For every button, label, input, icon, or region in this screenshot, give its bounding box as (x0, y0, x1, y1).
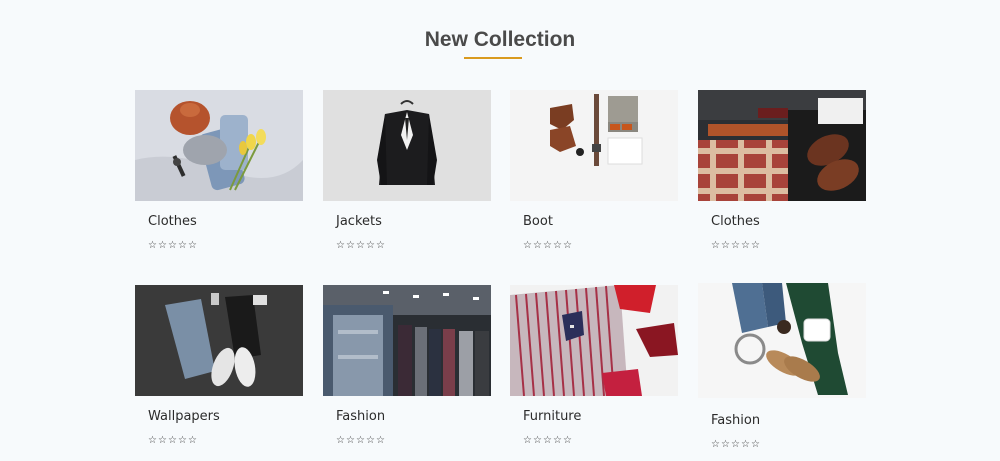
product-image-striped-shirt-ties (510, 285, 678, 396)
product-name[interactable]: Wallpapers (148, 409, 220, 424)
star-icon[interactable]: ☆ (158, 240, 167, 252)
star-icon[interactable]: ☆ (148, 240, 157, 252)
star-icon[interactable]: ☆ (356, 240, 365, 252)
star-rating[interactable]: ☆ ☆ ☆ ☆ ☆ (336, 435, 385, 447)
product-image[interactable] (510, 285, 678, 396)
star-rating[interactable]: ☆ ☆ ☆ ☆ ☆ (711, 439, 760, 451)
star-rating[interactable]: ☆ ☆ ☆ ☆ ☆ (148, 435, 197, 447)
star-rating[interactable]: ☆ ☆ ☆ ☆ ☆ (711, 240, 760, 252)
product-image-boots (510, 90, 678, 201)
star-icon[interactable]: ☆ (523, 435, 532, 447)
star-icon[interactable]: ☆ (563, 240, 572, 252)
product-card[interactable]: Wallpapers ☆ ☆ ☆ ☆ ☆ (135, 285, 303, 446)
product-card[interactable]: Fashion ☆ ☆ ☆ ☆ ☆ (323, 285, 491, 446)
star-icon[interactable]: ☆ (178, 240, 187, 252)
product-card[interactable]: Clothes ☆ ☆ ☆ ☆ ☆ (698, 90, 866, 251)
product-name[interactable]: Fashion (336, 409, 385, 424)
star-icon[interactable]: ☆ (751, 240, 760, 252)
product-image[interactable] (510, 90, 678, 201)
star-icon[interactable]: ☆ (553, 435, 562, 447)
star-icon[interactable]: ☆ (178, 435, 187, 447)
product-card[interactable]: Fashion ☆ ☆ ☆ ☆ ☆ (698, 283, 866, 450)
star-icon[interactable]: ☆ (158, 435, 167, 447)
product-image[interactable] (698, 90, 866, 201)
star-rating[interactable]: ☆ ☆ ☆ ☆ ☆ (523, 435, 572, 447)
star-icon[interactable]: ☆ (533, 435, 542, 447)
star-icon[interactable]: ☆ (188, 435, 197, 447)
star-icon[interactable]: ☆ (376, 240, 385, 252)
star-icon[interactable]: ☆ (711, 439, 720, 451)
star-icon[interactable]: ☆ (366, 240, 375, 252)
star-icon[interactable]: ☆ (553, 240, 562, 252)
star-icon[interactable]: ☆ (168, 435, 177, 447)
star-icon[interactable]: ☆ (533, 240, 542, 252)
star-icon[interactable]: ☆ (741, 439, 750, 451)
product-card[interactable]: Clothes ☆ ☆ ☆ ☆ ☆ (135, 90, 303, 251)
star-icon[interactable]: ☆ (721, 439, 730, 451)
star-rating[interactable]: ☆ ☆ ☆ ☆ ☆ (148, 240, 197, 252)
star-icon[interactable]: ☆ (741, 240, 750, 252)
product-image[interactable] (698, 283, 866, 398)
star-icon[interactable]: ☆ (336, 240, 345, 252)
star-icon[interactable]: ☆ (751, 439, 760, 451)
product-card[interactable]: Jackets ☆ ☆ ☆ ☆ ☆ (323, 90, 491, 251)
star-icon[interactable]: ☆ (366, 435, 375, 447)
star-icon[interactable]: ☆ (563, 435, 572, 447)
product-name[interactable]: Clothes (711, 214, 760, 229)
product-name[interactable]: Jackets (336, 214, 382, 229)
star-icon[interactable]: ☆ (711, 240, 720, 252)
star-icon[interactable]: ☆ (523, 240, 532, 252)
product-image-jeans-sneakers (135, 285, 303, 396)
product-image-loafers-mug (698, 283, 866, 398)
product-card[interactable]: Furniture ☆ ☆ ☆ ☆ ☆ (510, 285, 678, 446)
product-image-plaid-shirt-shoes (698, 90, 866, 201)
star-rating[interactable]: ☆ ☆ ☆ ☆ ☆ (336, 240, 385, 252)
star-icon[interactable]: ☆ (168, 240, 177, 252)
product-name[interactable]: Boot (523, 214, 553, 229)
star-icon[interactable]: ☆ (731, 240, 740, 252)
product-image-clothing-rack (323, 285, 491, 396)
product-card[interactable]: Boot ☆ ☆ ☆ ☆ ☆ (510, 90, 678, 251)
star-rating[interactable]: ☆ ☆ ☆ ☆ ☆ (523, 240, 572, 252)
star-icon[interactable]: ☆ (376, 435, 385, 447)
star-icon[interactable]: ☆ (346, 240, 355, 252)
star-icon[interactable]: ☆ (731, 439, 740, 451)
product-name[interactable]: Furniture (523, 409, 581, 424)
star-icon[interactable]: ☆ (356, 435, 365, 447)
product-image[interactable] (323, 285, 491, 396)
section-title: New Collection (424, 28, 576, 51)
star-icon[interactable]: ☆ (543, 240, 552, 252)
product-image[interactable] (323, 90, 491, 201)
star-icon[interactable]: ☆ (721, 240, 730, 252)
star-icon[interactable]: ☆ (346, 435, 355, 447)
product-image-clothes-flatlay (135, 90, 303, 201)
product-image[interactable] (135, 90, 303, 201)
star-icon[interactable]: ☆ (543, 435, 552, 447)
product-image[interactable] (135, 285, 303, 396)
star-icon[interactable]: ☆ (188, 240, 197, 252)
star-icon[interactable]: ☆ (336, 435, 345, 447)
product-name[interactable]: Fashion (711, 413, 760, 428)
title-underline (464, 57, 522, 59)
product-image-blazer (323, 90, 491, 201)
star-icon[interactable]: ☆ (148, 435, 157, 447)
product-name[interactable]: Clothes (148, 214, 197, 229)
